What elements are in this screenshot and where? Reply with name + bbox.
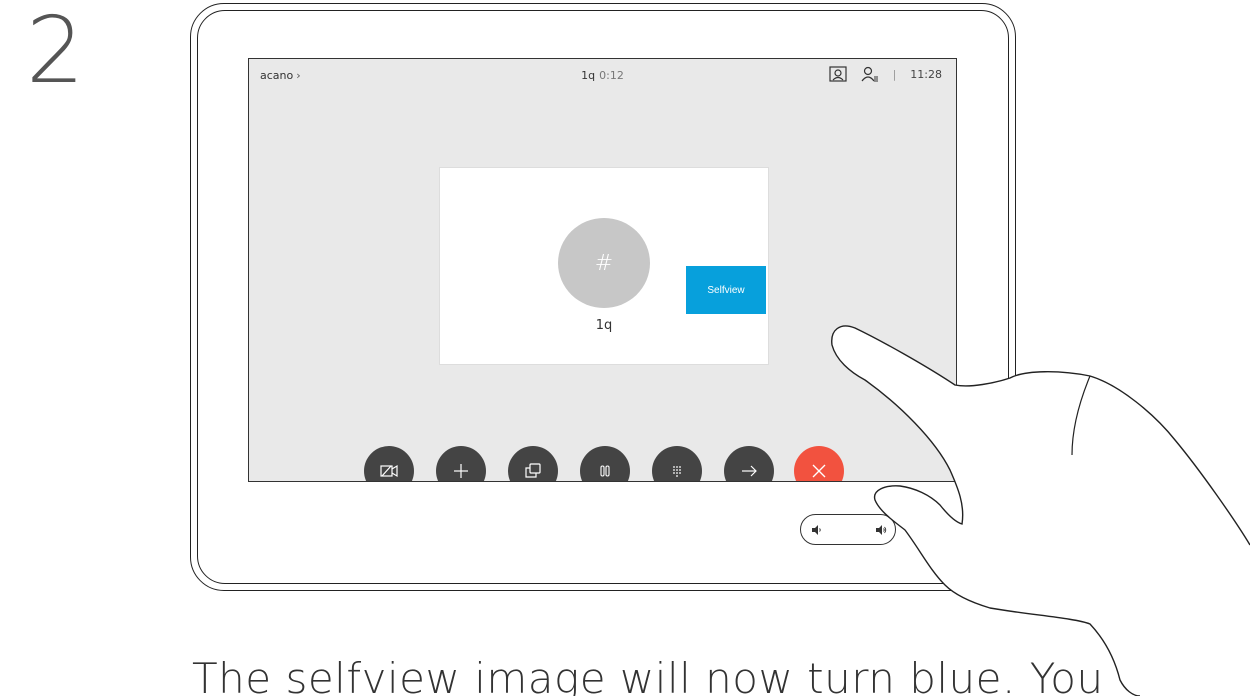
end-call-button[interactable] [794, 446, 844, 481]
status-area: | 11:28 [828, 66, 942, 82]
share-icon [525, 463, 541, 478]
keypad-icon [673, 466, 681, 477]
caption: The selfview image will now turn blue. Y… [192, 654, 1104, 696]
touch-screen: acano › 1q 0:12 | 11:28 # 1q Selfview [248, 58, 957, 482]
avatar: # [558, 218, 650, 308]
transfer-button[interactable] [724, 446, 774, 481]
call-name: 1q [581, 69, 596, 82]
selfview-camera-icon[interactable] [828, 66, 847, 82]
selfview-button[interactable]: Selfview [686, 266, 766, 314]
add-button[interactable] [436, 446, 486, 481]
volume-control[interactable] [800, 514, 896, 545]
call-duration: 0:12 [599, 69, 624, 82]
volume-up-icon[interactable] [875, 524, 887, 536]
camera-off-icon [380, 464, 398, 478]
keypad-button[interactable] [652, 446, 702, 481]
camera-off-button[interactable] [364, 446, 414, 481]
step-number: 2 [26, 0, 85, 104]
participant-name: 1q [595, 318, 613, 333]
plus-icon [454, 464, 468, 478]
participants-icon[interactable] [861, 66, 879, 82]
hold-button[interactable] [580, 446, 630, 481]
clock: 11:28 [910, 67, 942, 81]
arrow-right-icon [742, 465, 757, 477]
divider: | [892, 67, 897, 81]
close-icon [812, 464, 826, 478]
top-bar: acano › 1q 0:12 | 11:28 [249, 59, 956, 93]
volume-down-icon[interactable] [811, 524, 823, 536]
share-button[interactable] [508, 446, 558, 481]
pause-icon [600, 465, 610, 477]
